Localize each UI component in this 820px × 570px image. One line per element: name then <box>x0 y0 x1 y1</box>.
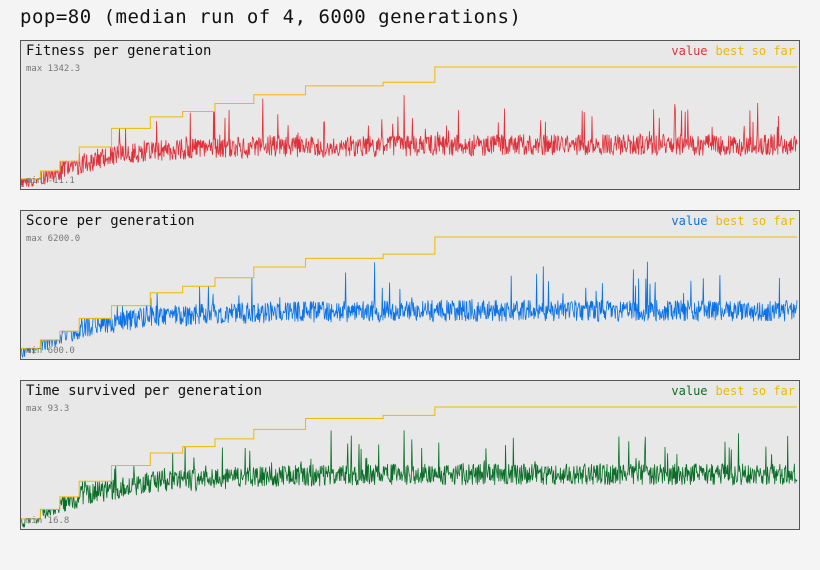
min-label: min 600.0 <box>26 346 75 356</box>
fitness-chart-panel: Fitness per generation max 1342.3 min -1… <box>20 40 800 190</box>
legend-best-so-far: best so far <box>715 44 795 58</box>
value-series-line <box>21 95 798 188</box>
chart-legend: value best so far <box>671 214 795 228</box>
time-survived-chart-panel: Time survived per generation max 93.3 mi… <box>20 380 800 530</box>
max-label: max 1342.3 <box>26 64 81 74</box>
score-chart-svg <box>21 236 798 359</box>
legend-value: value <box>671 44 708 58</box>
time-survived-chart-svg <box>21 406 798 529</box>
max-label: max 6200.0 <box>26 234 81 244</box>
chart-title: Fitness per generation <box>26 43 212 59</box>
fitness-chart-svg <box>21 66 798 188</box>
min-label: min -11.1 <box>26 176 75 186</box>
min-label: min 16.8 <box>26 516 70 526</box>
best-so-far-line <box>21 236 797 349</box>
max-label: max 93.3 <box>26 404 70 414</box>
chart-title: Score per generation <box>26 213 195 229</box>
legend-value: value <box>671 214 708 228</box>
chart-title: Time survived per generation <box>26 383 263 399</box>
chart-legend: value best so far <box>671 44 795 58</box>
page-title: pop=80 (median run of 4, 6000 generation… <box>20 6 522 28</box>
legend-value: value <box>671 384 708 398</box>
value-series-line <box>21 430 798 529</box>
chart-legend: value best so far <box>671 384 795 398</box>
legend-best-so-far: best so far <box>715 214 795 228</box>
score-chart-panel: Score per generation max 6200.0 min 600.… <box>20 210 800 360</box>
best-so-far-line <box>21 66 797 180</box>
legend-best-so-far: best so far <box>715 384 795 398</box>
value-series-line <box>21 261 798 359</box>
best-so-far-line <box>21 406 797 520</box>
